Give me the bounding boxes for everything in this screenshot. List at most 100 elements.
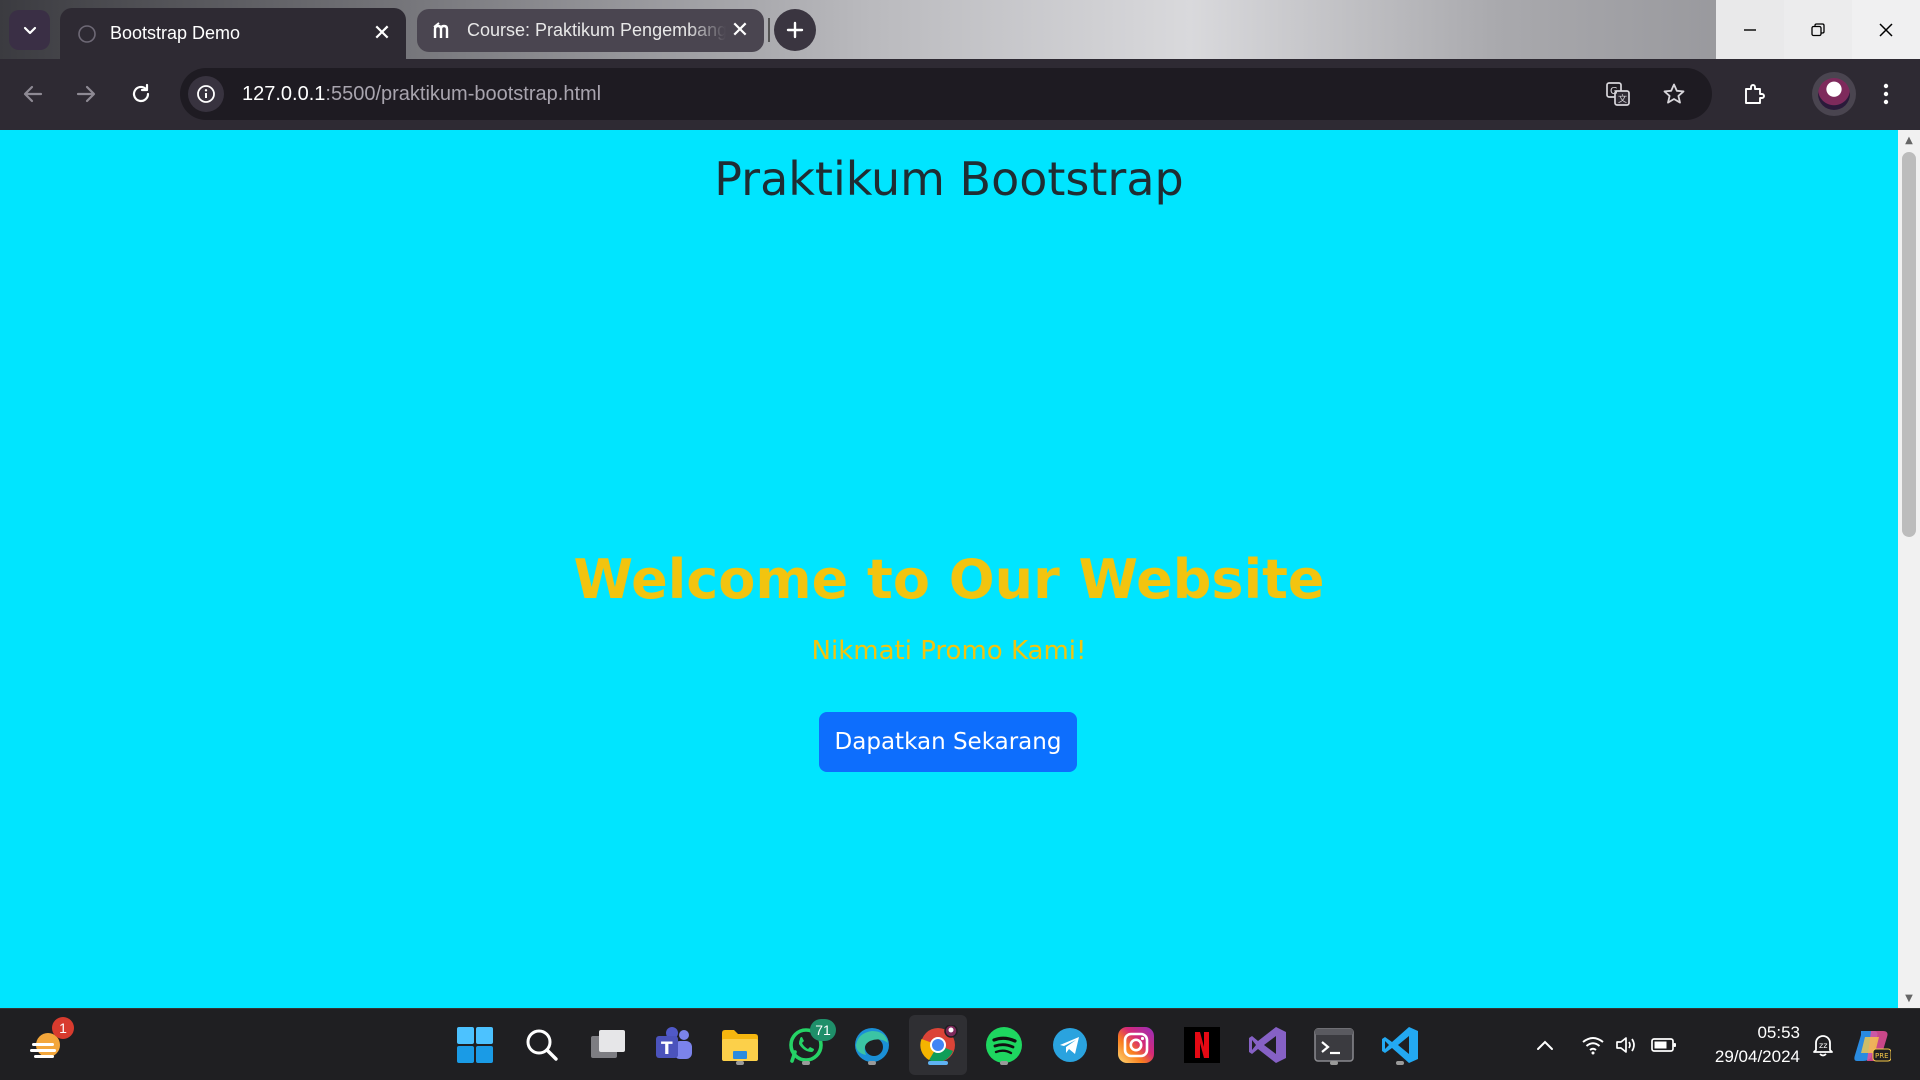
page-title: Praktikum Bootstrap xyxy=(714,152,1184,206)
clock-time: 05:53 xyxy=(1757,1023,1800,1042)
edge-icon xyxy=(855,1028,889,1062)
browser-tab-strip: Bootstrap Demo ✕ Course: Praktikum Penge… xyxy=(0,0,1920,59)
show-hidden-icons-button[interactable] xyxy=(1530,1009,1560,1080)
windows-taskbar: 1 T 71 05:53 29/04/2024 zz PRE xyxy=(0,1008,1920,1080)
taskbar-search-button[interactable] xyxy=(520,1023,564,1067)
scroll-thumb[interactable] xyxy=(1902,152,1916,537)
translate-icon[interactable]: G文 xyxy=(1600,76,1636,112)
arrow-left-icon xyxy=(23,85,43,103)
wifi-icon[interactable] xyxy=(1578,1009,1608,1080)
volume-icon[interactable] xyxy=(1612,1009,1642,1080)
reload-icon xyxy=(132,83,150,103)
battery-icon[interactable] xyxy=(1648,1009,1680,1080)
minimize-button[interactable] xyxy=(1716,0,1784,59)
chevron-down-icon xyxy=(23,26,36,35)
browser-menu-button[interactable] xyxy=(1864,72,1908,116)
url-text[interactable]: 127.0.0.1:5500/praktikum-bootstrap.html xyxy=(242,83,601,106)
spotify-app[interactable] xyxy=(982,1023,1026,1067)
running-indicator xyxy=(1330,1061,1338,1065)
tab-search-button[interactable] xyxy=(9,10,50,50)
hero-heading: Welcome to Our Website xyxy=(573,548,1325,611)
chrome-icon xyxy=(920,1025,958,1063)
terminal-icon xyxy=(1314,1028,1354,1062)
vertical-scrollbar[interactable]: ▲ ▼ xyxy=(1898,130,1920,1008)
task-view-button[interactable] xyxy=(586,1023,630,1067)
reload-button[interactable] xyxy=(119,72,163,116)
tab-course[interactable]: Course: Praktikum Pengembangan ✕ xyxy=(417,9,764,52)
address-bar[interactable]: 127.0.0.1:5500/praktikum-bootstrap.html … xyxy=(180,68,1712,120)
chevron-up-icon xyxy=(1537,1040,1553,1050)
window-controls xyxy=(1716,0,1920,59)
vscode-app[interactable] xyxy=(1378,1023,1422,1067)
url-path: :5500/praktikum-bootstrap.html xyxy=(325,82,602,105)
new-tab-button[interactable] xyxy=(774,9,816,51)
telegram-icon xyxy=(1053,1028,1087,1062)
cta-button[interactable]: Dapatkan Sekarang xyxy=(819,712,1077,772)
visual-studio-app[interactable] xyxy=(1246,1023,1290,1067)
instagram-icon xyxy=(1118,1027,1154,1063)
close-icon[interactable]: ✕ xyxy=(368,20,396,48)
close-icon xyxy=(1879,22,1893,37)
edge-app[interactable] xyxy=(850,1023,894,1067)
file-explorer-app[interactable] xyxy=(718,1023,762,1067)
running-indicator xyxy=(736,1061,744,1065)
site-info-icon[interactable] xyxy=(188,76,224,112)
netflix-icon xyxy=(1184,1027,1220,1063)
globe-icon xyxy=(76,23,98,45)
restore-icon xyxy=(1811,22,1825,36)
active-indicator xyxy=(928,1061,948,1065)
url-host: 127.0.0.1 xyxy=(242,82,326,105)
copilot-icon[interactable]: PRE xyxy=(1852,1009,1892,1080)
running-indicator xyxy=(802,1061,810,1065)
forward-button[interactable] xyxy=(64,72,108,116)
start-button[interactable] xyxy=(453,1023,497,1067)
terminal-app[interactable] xyxy=(1312,1023,1356,1067)
moodle-icon xyxy=(433,20,455,42)
notification-bell-icon[interactable]: zz xyxy=(1808,1009,1838,1080)
vscode-icon xyxy=(1382,1027,1418,1063)
whatsapp-app[interactable]: 71 xyxy=(784,1019,836,1067)
close-window-button[interactable] xyxy=(1852,0,1920,59)
close-icon[interactable]: ✕ xyxy=(726,17,754,45)
instagram-app[interactable] xyxy=(1114,1023,1158,1067)
restore-button[interactable] xyxy=(1784,0,1852,59)
task-view-icon xyxy=(591,1030,625,1058)
system-clock[interactable]: 05:53 29/04/2024 xyxy=(1700,1021,1800,1069)
svg-text:文: 文 xyxy=(1618,93,1627,105)
plus-icon xyxy=(786,21,804,39)
teams-icon: T xyxy=(656,1027,692,1059)
back-button[interactable] xyxy=(11,72,55,116)
extensions-button[interactable] xyxy=(1732,72,1776,116)
scroll-up-arrow-icon[interactable]: ▲ xyxy=(1898,130,1920,150)
running-indicator xyxy=(1396,1061,1404,1065)
chrome-app[interactable] xyxy=(916,1023,960,1067)
windows-logo-icon xyxy=(457,1027,493,1063)
folder-icon xyxy=(722,1030,758,1061)
running-indicator xyxy=(868,1061,876,1065)
clock-date: 29/04/2024 xyxy=(1714,1047,1800,1066)
scroll-down-arrow-icon[interactable]: ▼ xyxy=(1898,988,1920,1008)
bookmark-star-icon[interactable] xyxy=(1656,76,1692,112)
visual-studio-icon xyxy=(1249,1027,1286,1063)
search-icon xyxy=(526,1029,558,1061)
more-vertical-icon xyxy=(1883,83,1889,105)
teams-app[interactable]: T xyxy=(652,1023,696,1067)
arrow-right-icon xyxy=(76,85,96,103)
avatar xyxy=(1818,78,1850,110)
svg-text:PRE: PRE xyxy=(1875,1052,1889,1060)
svg-text:G: G xyxy=(1610,86,1618,97)
tab-bootstrap-demo[interactable]: Bootstrap Demo ✕ xyxy=(60,8,406,59)
running-indicator xyxy=(1000,1061,1008,1065)
puzzle-icon xyxy=(1745,84,1765,104)
tab-title: Course: Praktikum Pengembangan xyxy=(467,20,726,40)
notification-badge: 1 xyxy=(52,1017,74,1039)
hero-subtitle: Nikmati Promo Kami! xyxy=(811,636,1087,666)
svg-text:zz: zz xyxy=(1819,1041,1827,1050)
spotify-icon xyxy=(986,1027,1022,1063)
telegram-app[interactable] xyxy=(1048,1023,1092,1067)
widgets-button[interactable]: 1 xyxy=(26,1017,74,1065)
netflix-app[interactable] xyxy=(1180,1023,1224,1067)
whatsapp-badge: 71 xyxy=(810,1019,836,1041)
minimize-icon xyxy=(1744,28,1756,31)
profile-avatar[interactable] xyxy=(1812,72,1856,116)
